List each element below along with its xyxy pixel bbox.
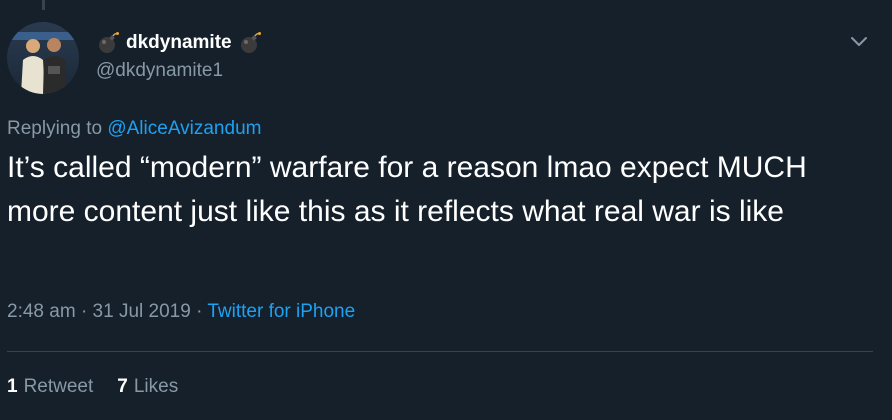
tweet-card: dkdynamite @dkdynamite1 Replying to @Ali… xyxy=(0,0,892,420)
user-handle[interactable]: @dkdynamite1 xyxy=(96,60,223,82)
meta-separator: · xyxy=(80,301,88,322)
display-name[interactable]: dkdynamite xyxy=(126,32,232,54)
likes-stat[interactable]: 7 Likes xyxy=(117,376,178,398)
tweet-time[interactable]: 2:48 am xyxy=(7,301,76,322)
replying-to: Replying to @AliceAvizandum xyxy=(7,118,261,140)
retweets-stat[interactable]: 1 Retweet xyxy=(7,376,93,398)
bomb-icon xyxy=(96,31,120,55)
tweet-meta: 2:48 am · 31 Jul 2019 · Twitter for iPho… xyxy=(7,301,355,323)
divider xyxy=(7,351,873,352)
retweet-label: Retweet xyxy=(23,376,94,397)
bomb-icon xyxy=(238,31,262,55)
like-count: 7 xyxy=(117,376,128,397)
thread-connector-line xyxy=(42,0,45,10)
replying-to-label: Replying to xyxy=(7,118,103,139)
reply-mention-link[interactable]: @AliceAvizandum xyxy=(107,118,261,139)
tweet-stats: 1 Retweet 7 Likes xyxy=(7,376,178,398)
meta-separator: · xyxy=(196,301,203,322)
like-label: Likes xyxy=(133,376,179,397)
name-row[interactable]: dkdynamite xyxy=(96,30,262,56)
retweet-count: 1 xyxy=(7,376,18,397)
tweet-date[interactable]: 31 Jul 2019 xyxy=(93,301,191,322)
chevron-down-icon[interactable] xyxy=(848,30,870,52)
avatar[interactable] xyxy=(7,22,79,94)
tweet-text: It’s called “modern” warfare for a reaso… xyxy=(7,151,807,228)
avatar-photo xyxy=(7,22,79,94)
tweet-source-link[interactable]: Twitter for iPhone xyxy=(207,301,355,322)
